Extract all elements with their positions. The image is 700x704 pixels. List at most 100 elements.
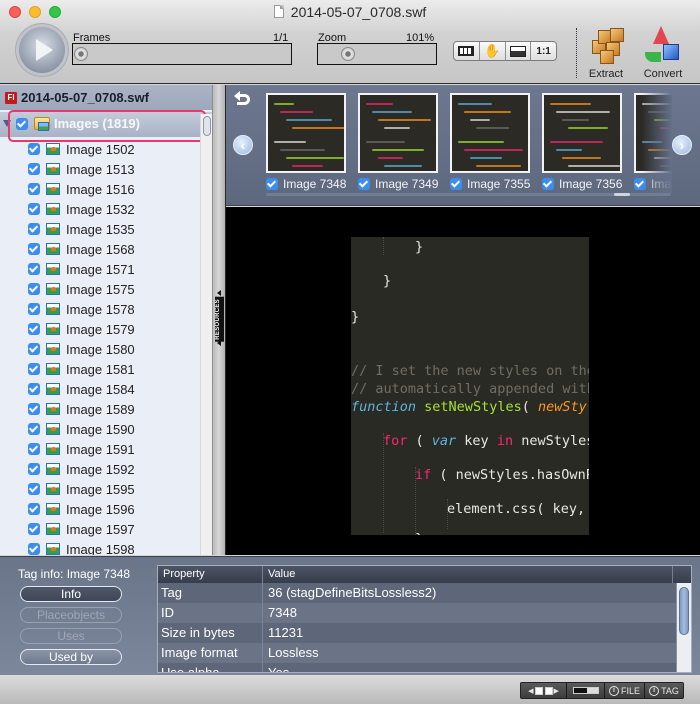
- image-list-item[interactable]: Image 1590: [0, 419, 200, 439]
- thumbnail-scrollbar-thumb[interactable]: [614, 193, 630, 196]
- file-tree-root[interactable]: Fl 2014-05-07_0708.swf: [0, 85, 212, 110]
- back-button[interactable]: [234, 91, 252, 108]
- image-icon: [46, 303, 60, 315]
- previous-button[interactable]: ‹: [233, 135, 253, 155]
- item-checkbox[interactable]: [28, 383, 40, 395]
- window-title-text: 2014-05-07_0708.swf: [290, 4, 427, 20]
- value-column-header[interactable]: Value: [263, 566, 673, 583]
- file-info-button[interactable]: i FILE: [605, 683, 645, 698]
- item-checkbox[interactable]: [28, 263, 40, 275]
- thumbnail[interactable]: Image 7348: [266, 93, 346, 191]
- thumbnail-image[interactable]: [450, 93, 530, 173]
- image-list-item[interactable]: Image 1580: [0, 339, 200, 359]
- item-checkbox[interactable]: [28, 443, 40, 455]
- thumbnail-checkbox[interactable]: [358, 178, 370, 190]
- image-list-item[interactable]: Image 1597: [0, 519, 200, 539]
- item-checkbox[interactable]: [28, 523, 40, 535]
- property-row[interactable]: ID 7348: [158, 603, 678, 623]
- images-group-checkbox[interactable]: [16, 117, 28, 130]
- thumbnail-image[interactable]: [542, 93, 622, 173]
- placeobjects-button[interactable]: Placeobjects: [20, 607, 122, 623]
- image-list-item[interactable]: Image 1584: [0, 379, 200, 399]
- sidebar-scrollbar[interactable]: [200, 114, 212, 555]
- item-checkbox[interactable]: [28, 323, 40, 335]
- resources-splitter[interactable]: RESOURCES: [212, 85, 226, 555]
- thumbnail-size-button[interactable]: ◀ ▶: [521, 683, 567, 698]
- property-column-header[interactable]: Property: [158, 566, 263, 583]
- thumbnail[interactable]: Image 7349: [358, 93, 438, 191]
- play-button[interactable]: [19, 27, 65, 73]
- image-list-item[interactable]: Image 1568: [0, 239, 200, 259]
- item-checkbox[interactable]: [28, 183, 40, 195]
- sidebar-scrollbar-thumb[interactable]: [203, 116, 211, 136]
- item-checkbox[interactable]: [28, 363, 40, 375]
- thumbnail[interactable]: Image 7356: [542, 93, 622, 191]
- thumbnail-image[interactable]: [266, 93, 346, 173]
- collapse-arrow-icon[interactable]: [217, 290, 221, 296]
- item-checkbox[interactable]: [28, 483, 40, 495]
- next-button[interactable]: ›: [672, 135, 692, 155]
- item-checkbox[interactable]: [28, 223, 40, 235]
- item-checkbox[interactable]: [28, 143, 40, 155]
- info-button[interactable]: Info: [20, 586, 122, 602]
- property-table-scrollbar[interactable]: [676, 583, 691, 672]
- pan-button[interactable]: ✋: [480, 42, 506, 60]
- image-list-item[interactable]: Image 1513: [0, 159, 200, 179]
- thumbnail[interactable]: Image 7355: [450, 93, 530, 191]
- convert-button[interactable]: Convert: [633, 26, 693, 80]
- image-list-item[interactable]: Image 1595: [0, 479, 200, 499]
- zoom-slider[interactable]: [317, 43, 437, 65]
- item-checkbox[interactable]: [28, 403, 40, 415]
- image-list-item[interactable]: Image 1532: [0, 199, 200, 219]
- item-checkbox[interactable]: [28, 423, 40, 435]
- image-list-item[interactable]: Image 1591: [0, 439, 200, 459]
- image-list-item[interactable]: Image 1578: [0, 299, 200, 319]
- thumbnail-image[interactable]: [358, 93, 438, 173]
- item-checkbox[interactable]: [28, 163, 40, 175]
- image-list-item[interactable]: Image 1502: [0, 139, 200, 159]
- item-checkbox[interactable]: [28, 243, 40, 255]
- frames-slider[interactable]: [72, 43, 292, 65]
- property-row[interactable]: Tag 36 (stagDefineBitsLossless2): [158, 583, 678, 603]
- thumbnail-checkbox[interactable]: [450, 178, 462, 190]
- layout-toggle-button[interactable]: [567, 683, 605, 698]
- disclosure-triangle-icon[interactable]: [3, 120, 11, 127]
- image-list-item[interactable]: Image 1575: [0, 279, 200, 299]
- fit-button[interactable]: [506, 42, 532, 60]
- property-table-scrollbar-thumb[interactable]: [679, 587, 689, 635]
- uses-button[interactable]: Uses: [20, 628, 122, 644]
- image-list-item[interactable]: Image 1592: [0, 459, 200, 479]
- zoom-slider-knob[interactable]: [341, 47, 356, 61]
- column-view-button[interactable]: [454, 42, 480, 60]
- thumbnail-strip: ‹ Image 7348 Image 7349 Image 7355 Image 73…: [226, 85, 700, 206]
- image-list-item[interactable]: Image 1596: [0, 499, 200, 519]
- image-list-item[interactable]: Image 1516: [0, 179, 200, 199]
- item-checkbox[interactable]: [28, 283, 40, 295]
- property-row[interactable]: Use alpha Yes: [158, 663, 678, 672]
- tag-info-button[interactable]: i TAG: [645, 683, 683, 698]
- item-checkbox[interactable]: [28, 503, 40, 515]
- actual-size-button[interactable]: 1:1: [531, 42, 556, 60]
- thumbnail-scrollbar[interactable]: [266, 193, 671, 196]
- expand-arrow-icon[interactable]: [217, 340, 221, 346]
- file-info-label: FILE: [620, 685, 640, 696]
- property-row[interactable]: Image format Lossless: [158, 643, 678, 663]
- property-row[interactable]: Size in bytes 11231: [158, 623, 678, 643]
- image-list-item[interactable]: Image 1581: [0, 359, 200, 379]
- frames-slider-knob[interactable]: [74, 47, 88, 61]
- image-list-item[interactable]: Image 1535: [0, 219, 200, 239]
- item-checkbox[interactable]: [28, 303, 40, 315]
- image-list-item[interactable]: Image 1579: [0, 319, 200, 339]
- image-list-item[interactable]: Image 1598: [0, 539, 200, 555]
- item-checkbox[interactable]: [28, 203, 40, 215]
- item-checkbox[interactable]: [28, 543, 40, 555]
- thumbnail-checkbox[interactable]: [266, 178, 278, 190]
- extract-button[interactable]: Extract: [576, 26, 636, 80]
- item-checkbox[interactable]: [28, 463, 40, 475]
- image-list-item[interactable]: Image 1571: [0, 259, 200, 279]
- thumbnail-checkbox[interactable]: [542, 178, 554, 190]
- image-list-item[interactable]: Image 1589: [0, 399, 200, 419]
- used-by-button[interactable]: Used by: [20, 649, 122, 665]
- item-label: Image 1598: [66, 541, 135, 556]
- item-checkbox[interactable]: [28, 343, 40, 355]
